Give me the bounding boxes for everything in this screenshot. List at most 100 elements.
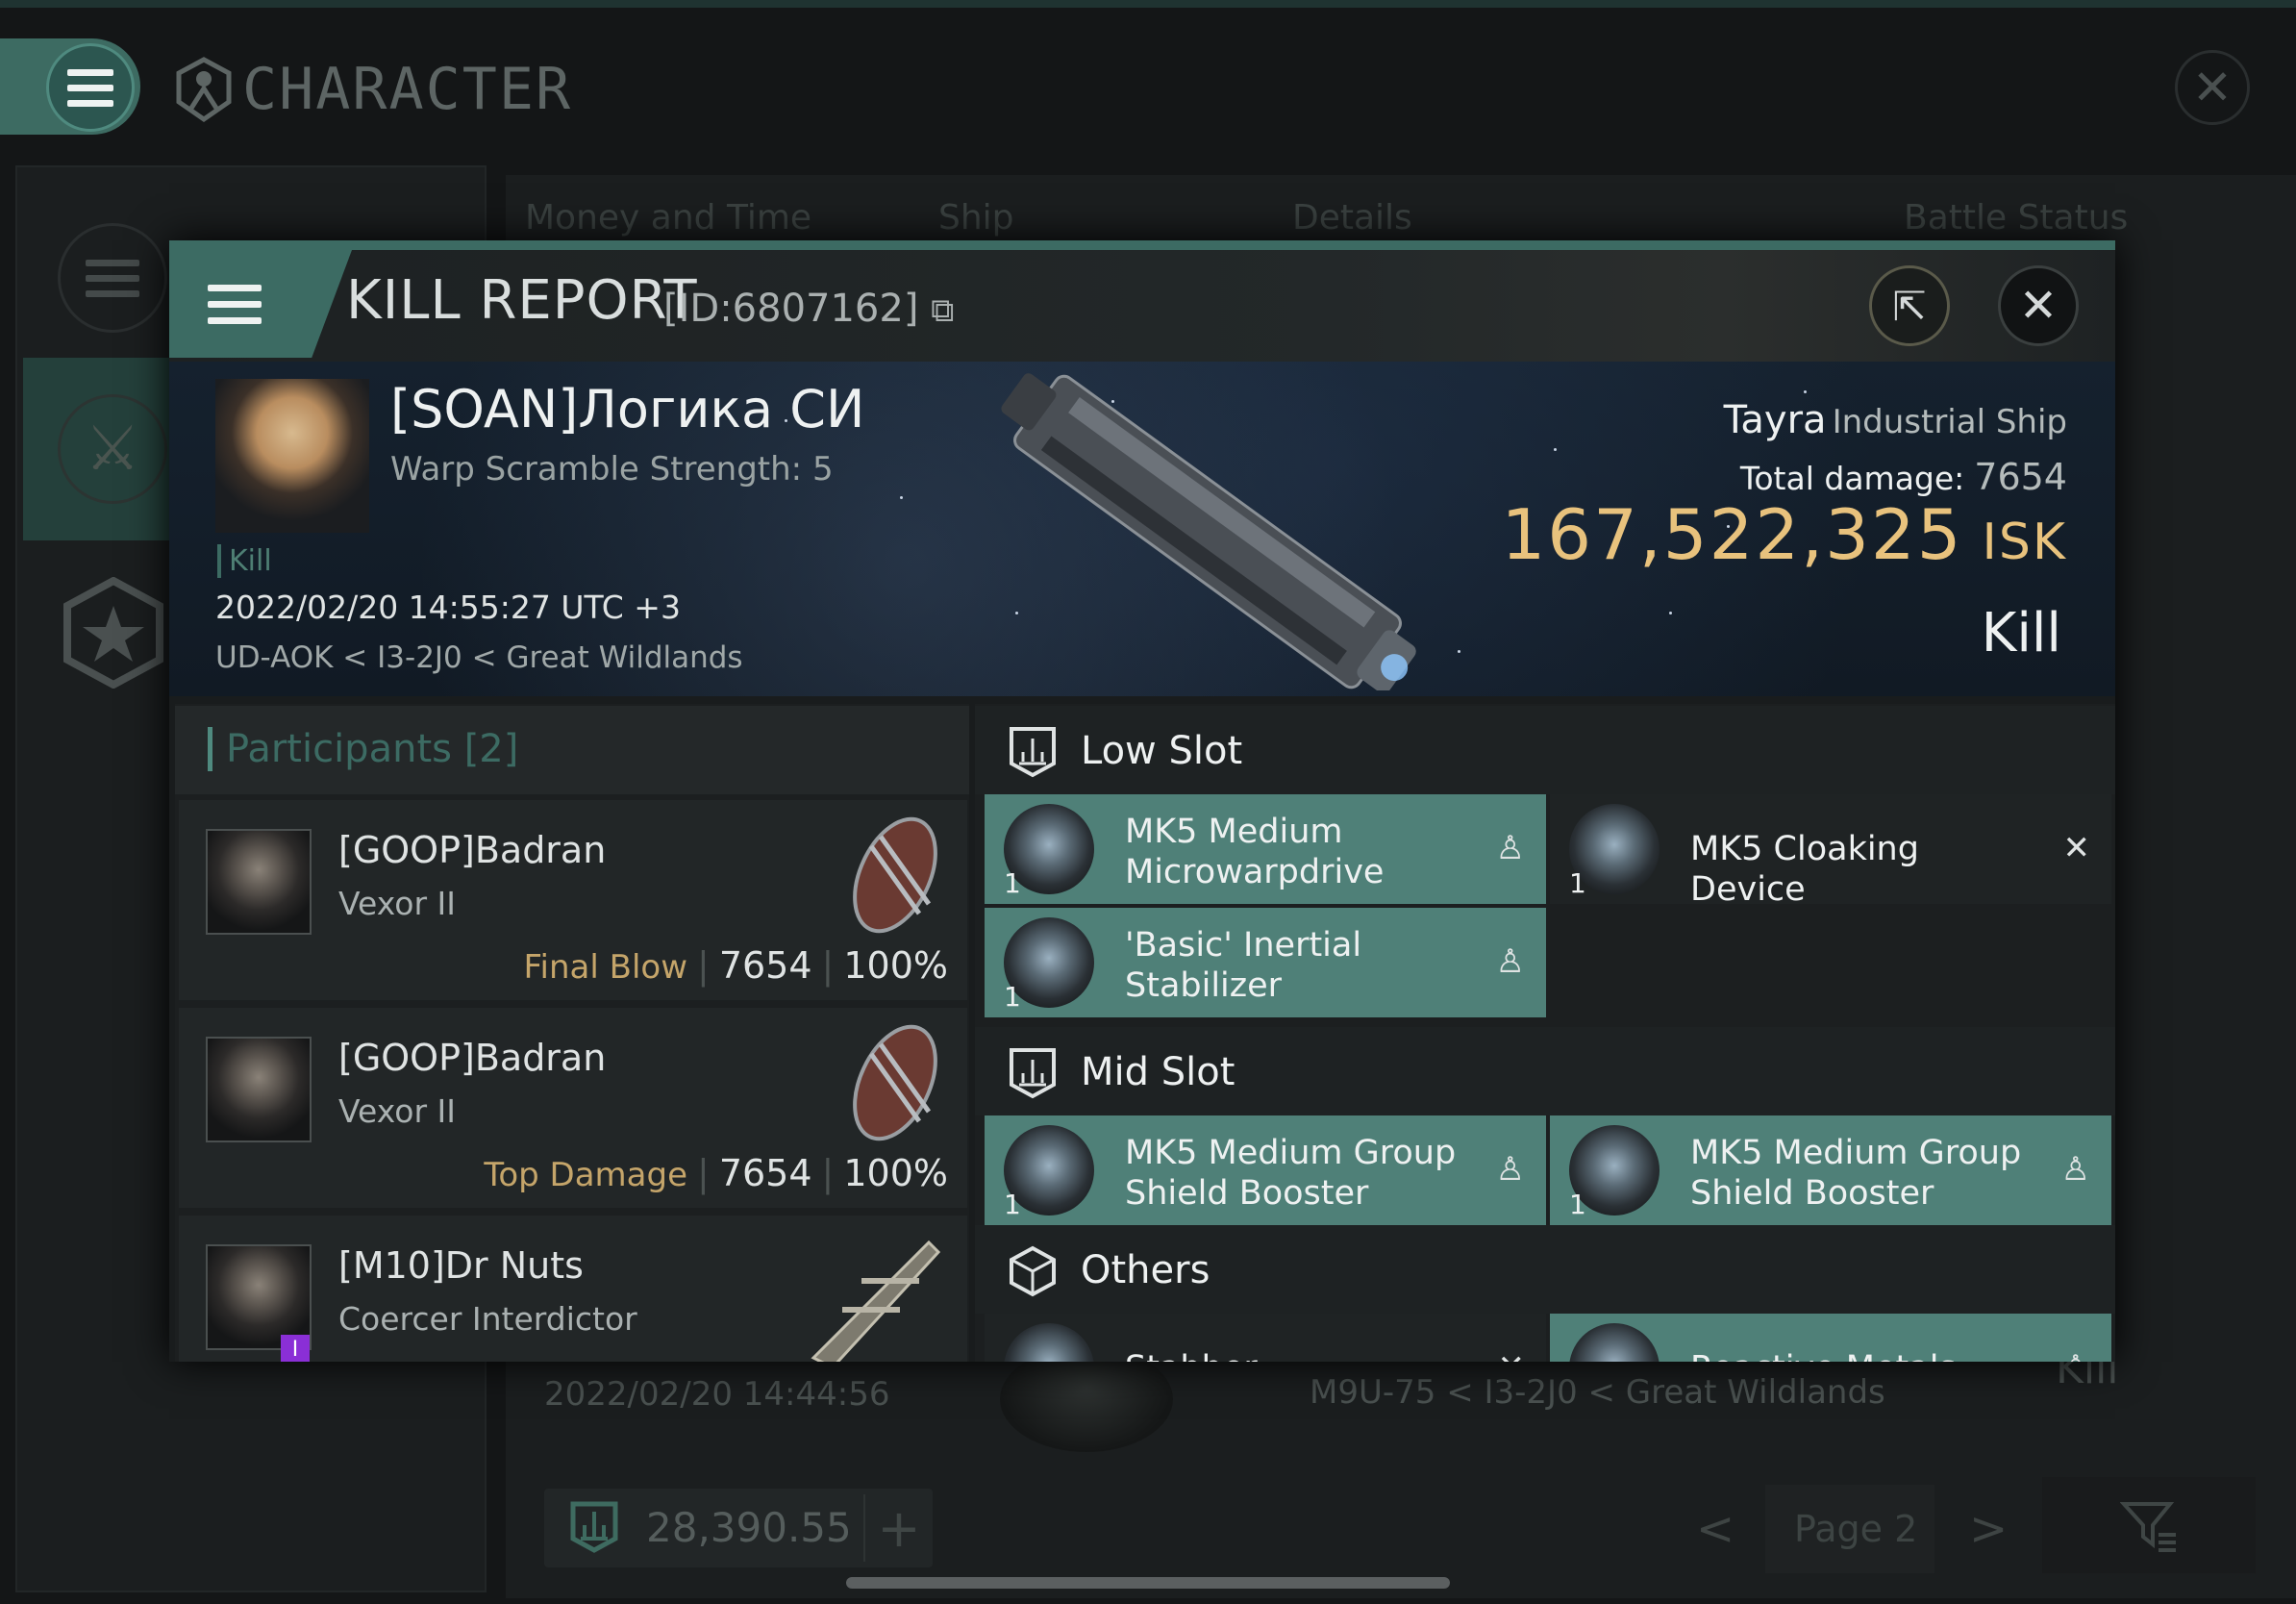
damage-label: Total damage: <box>1739 460 1965 497</box>
character-icon <box>176 57 232 123</box>
victim-name[interactable]: [SOAN]Логика СИ <box>390 379 864 439</box>
kill-location[interactable]: UD-AOK < I3-2J0 < Great Wildlands <box>215 640 743 675</box>
item-cloaking-device[interactable]: 1 MK5 Cloaking Device ✕ <box>1550 794 2111 909</box>
damage-line: Total damage: 7654 <box>1740 456 2067 498</box>
close-icon[interactable]: ✕ <box>1998 265 2079 346</box>
menu-icon <box>86 259 139 297</box>
next-page-button[interactable]: > <box>1969 1502 2008 1556</box>
item-name: MK5 Cloaking Device <box>1690 830 1919 909</box>
kill-tag: Kill <box>217 544 272 578</box>
victim-banner: [SOAN]Логика СИ Warp Scramble Strength: … <box>169 362 2115 696</box>
mid-slot-icon <box>1010 1048 1056 1099</box>
low-slot-header: Low Slot <box>975 706 2115 794</box>
item-inertial-stabilizer[interactable]: 1 'Basic' Inertial Stabilizer ♙ <box>985 908 1546 1017</box>
item-name: 'Basic' Inertial Stabilizer <box>1125 926 1362 1005</box>
kill-id: [ID:6807162] <box>663 287 919 331</box>
participant-row[interactable]: [GOOP]Badran Vexor II Top Damage | 7654 | 10… <box>179 1008 967 1208</box>
participant-stats: Top Damage | 7654 | 100% <box>484 1152 948 1194</box>
share-icon[interactable]: ⇱ <box>1869 265 1950 346</box>
top-damage-label: Top Damage <box>484 1156 688 1194</box>
participant-stats: Final Blow | 7654 | 100% <box>523 944 948 987</box>
swords-icon[interactable]: ⚔ <box>58 394 167 504</box>
stabber-icon <box>1004 1323 1094 1362</box>
dropped-icon: ♙ <box>1495 942 1525 981</box>
kill-report-title: KILL REPORT <box>346 269 698 332</box>
column-header-ship[interactable]: Ship <box>938 198 1014 238</box>
item-name: MK5 Medium Microwarpdrive <box>1125 813 1385 891</box>
column-header-details[interactable]: Details <box>1292 198 1412 238</box>
dropped-icon: ♙ <box>1495 829 1525 867</box>
filter-icon[interactable] <box>2042 1477 2256 1573</box>
ship-line: Tayra Industrial Ship <box>1724 398 2067 442</box>
low-slot-label: Low Slot <box>1081 729 1243 773</box>
kill-report-id[interactable]: [ID:6807162] ⧉ <box>663 287 954 331</box>
item-stabber[interactable]: Stabber ✕ <box>985 1314 1546 1362</box>
participants-count: [2] <box>463 727 519 771</box>
item-qty: 1 <box>1004 1189 1021 1220</box>
participant-ship-image <box>811 1240 941 1362</box>
victim-portrait[interactable] <box>215 379 369 533</box>
cube-icon <box>1010 1245 1056 1297</box>
others-label: Others <box>1081 1248 1210 1292</box>
column-header-money[interactable]: Money and Time <box>525 198 811 238</box>
prev-page-button[interactable]: < <box>1696 1502 1734 1556</box>
window-title: CHARACTER <box>242 56 573 123</box>
isk-line: 167,522,325 ISK <box>1501 494 2067 575</box>
participant-pct: 100% <box>843 944 948 987</box>
isk-value: 167,522,325 <box>1501 494 1963 575</box>
item-qty: 1 <box>1569 1189 1586 1220</box>
mid-slot-label: Mid Slot <box>1081 1050 1235 1094</box>
row-ship-image <box>1000 1346 1173 1452</box>
participant-ship: Vexor II <box>338 1092 456 1130</box>
participant-name: [GOOP]Badran <box>338 829 607 871</box>
participant-ship-image <box>853 816 937 934</box>
column-header-status[interactable]: Battle Status <box>1904 198 2128 238</box>
star-shield-icon[interactable] <box>62 577 165 689</box>
menu-icon <box>208 285 262 324</box>
item-shield-booster[interactable]: 1 MK5 Medium Group Shield Booster ♙ <box>985 1115 1546 1225</box>
mid-slot-header: Mid Slot <box>975 1027 2115 1115</box>
warp-strength: Warp Scramble Strength: 5 <box>390 450 834 489</box>
kill-time: 2022/02/20 14:55:27 UTC +3 <box>215 589 681 626</box>
page-label: Page 2 <box>1794 1508 1918 1550</box>
participants-label: Participants <box>226 727 452 771</box>
participant-portrait[interactable] <box>206 829 312 935</box>
item-reactive-metals[interactable]: Reactive Metals ♙ <box>1550 1314 2111 1362</box>
side-menu-button[interactable] <box>58 223 167 333</box>
participant-name: [GOOP]Badran <box>338 1037 607 1079</box>
menu-icon <box>67 68 113 107</box>
interdictor-badge: I <box>281 1335 310 1362</box>
add-funds-button[interactable]: + <box>863 1494 933 1562</box>
row-date: 2022/02/20 14:44:56 <box>544 1375 890 1414</box>
item-qty: 1 <box>1004 867 1021 899</box>
participant-damage: 7654 <box>718 944 812 987</box>
participant-row[interactable]: I [M10]Dr Nuts Coercer Interdictor <box>179 1216 967 1362</box>
copy-icon[interactable]: ⧉ <box>931 291 954 330</box>
destroyed-icon: ✕ <box>1498 1348 1526 1362</box>
wallet-icon <box>569 1500 619 1554</box>
main-menu-button[interactable] <box>46 43 135 132</box>
reactive-metals-icon <box>1569 1323 1660 1362</box>
item-qty: 1 <box>1569 867 1586 899</box>
participant-name: [M10]Dr Nuts <box>338 1244 584 1287</box>
close-icon[interactable]: ✕ <box>2175 50 2250 125</box>
total-damage: 7654 <box>1974 456 2067 498</box>
item-name: MK5 Medium Group Shield Booster <box>1125 1134 1457 1213</box>
row-location: M9U-75 < I3-2J0 < Great Wildlands <box>1310 1373 1885 1412</box>
others-header: Others <box>975 1225 2115 1314</box>
kill-report-window: KILL REPORT [ID:6807162] ⧉ ⇱ ✕ [SOAN]Лог… <box>169 240 2115 1362</box>
scrollbar[interactable] <box>846 1577 1450 1589</box>
kill-report-accent <box>169 240 2115 250</box>
destroyed-icon: ✕ <box>2062 829 2091 867</box>
participants-title: Participants [2] <box>208 727 518 771</box>
final-blow-label: Final Blow <box>523 948 688 987</box>
ship-name[interactable]: Tayra <box>1724 398 1827 442</box>
participant-portrait[interactable] <box>206 1037 312 1142</box>
item-shield-booster[interactable]: 1 MK5 Medium Group Shield Booster ♙ <box>1550 1115 2111 1225</box>
top-strip <box>0 0 2296 8</box>
item-microwarpdrive[interactable]: 1 MK5 Medium Microwarpdrive ♙ <box>985 794 1546 904</box>
participant-ship-image <box>853 1024 937 1141</box>
dropped-icon: ♙ <box>2060 1150 2090 1189</box>
participant-row[interactable]: [GOOP]Badran Vexor II Final Blow | 7654 | 10… <box>179 800 967 1000</box>
dropped-icon: ♙ <box>2061 1348 2090 1362</box>
